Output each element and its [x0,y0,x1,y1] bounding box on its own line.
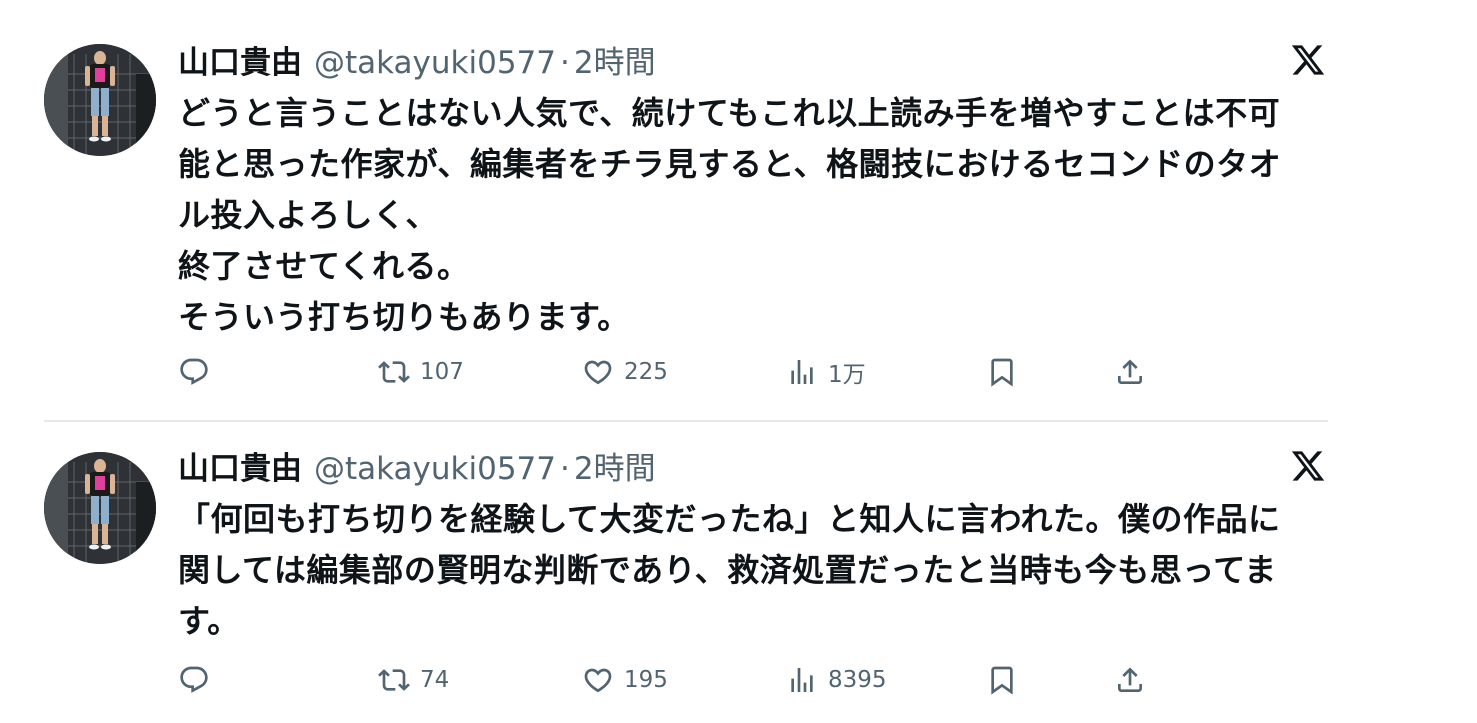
tweet-header: 山口貴由 @takayuki0577 · 2時間 [178,449,656,489]
bookmark-button[interactable] [986,660,1018,700]
share-button[interactable] [1114,352,1146,392]
author-handle[interactable]: @takayuki0577 [314,43,556,83]
like-button[interactable]: 225 [582,352,668,392]
retweet-button[interactable]: 74 [378,660,449,700]
heart-icon [582,664,614,696]
view-count: 1万 [828,362,866,388]
avatar[interactable] [44,452,156,564]
views-button[interactable]: 1万 [786,352,866,392]
x-logo-icon [1290,42,1326,78]
reply-button[interactable] [178,660,210,700]
tweet-text: 「何回も打ち切りを経験して大変だったね」と知人に言われた。僕の作品に 関しては編… [178,500,1281,640]
view-count: 8395 [828,667,887,693]
heart-icon [582,356,614,388]
share-icon [1114,664,1146,696]
tweet-header: 山口貴由 @takayuki0577 · 2時間 [178,43,656,83]
share-icon [1114,356,1146,388]
reply-icon [178,356,210,388]
retweet-count: 74 [420,667,450,693]
views-chart-icon [786,356,818,388]
bookmark-icon [986,664,1018,696]
retweet-count: 107 [420,359,464,385]
reply-button[interactable] [178,352,210,392]
timestamp[interactable]: 2時間 [574,43,656,83]
like-count: 225 [624,359,668,385]
author-name[interactable]: 山口貴由 [178,43,302,83]
author-handle[interactable]: @takayuki0577 [314,449,556,489]
retweet-button[interactable]: 107 [378,352,464,392]
like-count: 195 [624,667,668,693]
tweet[interactable]: 山口貴由 @takayuki0577 · 2時間 どうと言うことはない人気で、続… [0,0,1477,420]
author-name[interactable]: 山口貴由 [178,449,302,489]
x-logo-icon [1290,448,1326,484]
retweet-icon [378,664,410,696]
bookmark-button[interactable] [986,352,1018,392]
timestamp[interactable]: 2時間 [574,449,656,489]
reply-icon [178,664,210,696]
like-button[interactable]: 195 [582,660,668,700]
action-bar: 74 195 8395 [178,660,1178,700]
retweet-icon [378,356,410,388]
tweet-text: どうと言うことはない人気で、続けてもこれ以上読み手を増やすことは不可 能と思った… [178,94,1282,336]
action-bar: 107 225 1万 [178,352,1178,392]
share-button[interactable] [1114,660,1146,700]
tweet[interactable]: 山口貴由 @takayuki0577 · 2時間 「何回も打ち切りを経験して大変… [0,422,1477,723]
separator-dot: · [560,451,570,487]
views-button[interactable]: 8395 [786,660,887,700]
bookmark-icon [986,356,1018,388]
views-chart-icon [786,664,818,696]
separator-dot: · [560,45,570,81]
avatar[interactable] [44,44,156,156]
